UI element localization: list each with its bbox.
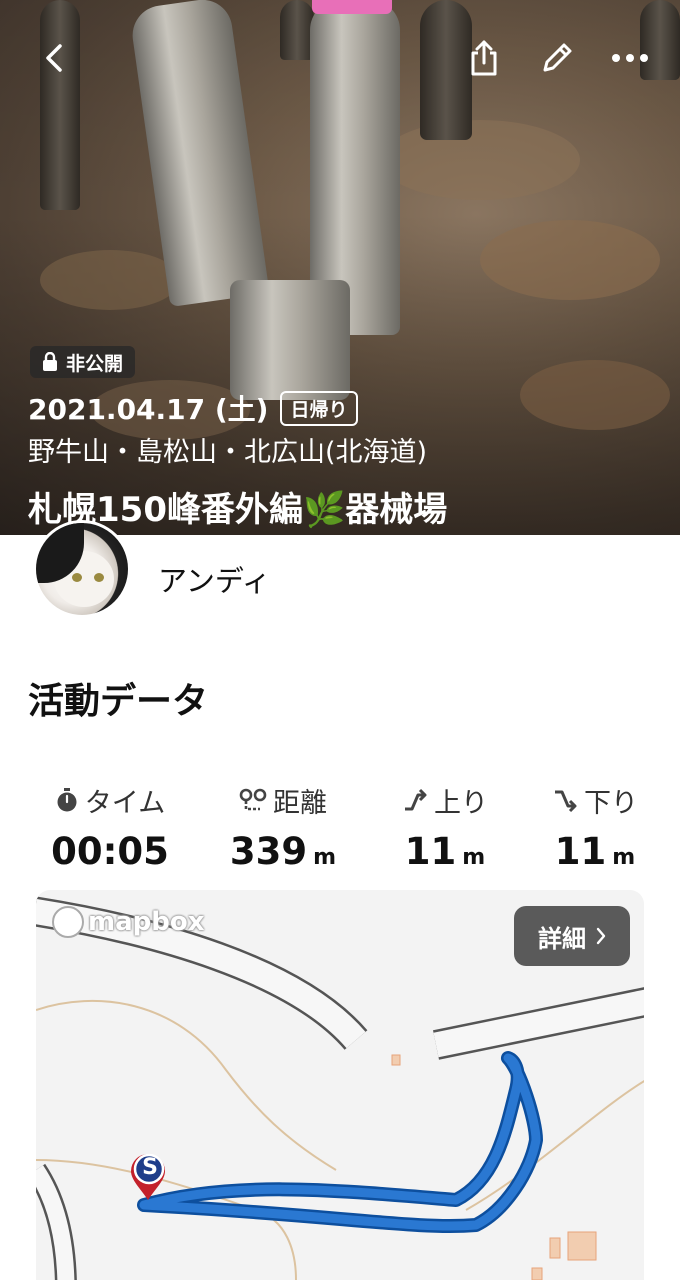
ellipsis-icon	[612, 54, 648, 62]
stat-descent-unit: m	[612, 845, 636, 870]
map-detail-button[interactable]: 詳細	[514, 906, 630, 966]
stat-distance-label: 距離	[273, 787, 327, 819]
stat-distance-value: 339	[229, 830, 308, 873]
hero-photo: 非公開 2021.04.17 (土) 日帰り 野牛山・島松山・北広山(北海道) …	[0, 0, 680, 535]
stat-time-value: 00:05	[51, 830, 169, 873]
stat-ascent-value: 11	[404, 830, 457, 873]
descent-icon	[555, 790, 577, 813]
stat-distance: 距離 339 m	[198, 780, 368, 874]
map-detail-label: 詳細	[538, 924, 586, 953]
stat-descent: 下り 11 m	[510, 780, 680, 874]
pink-ribbon-marker	[312, 0, 392, 14]
edit-button[interactable]	[533, 30, 581, 86]
avatar[interactable]	[33, 520, 131, 618]
stat-time: タイム 00:05	[25, 780, 195, 874]
start-marker[interactable]: S	[128, 1152, 168, 1202]
lock-icon	[43, 352, 57, 371]
back-button[interactable]	[30, 30, 78, 86]
more-options-button[interactable]	[606, 30, 654, 86]
share-icon	[471, 40, 497, 76]
stopwatch-icon	[57, 788, 77, 812]
activity-data-heading: 活動データ	[28, 681, 209, 722]
stat-time-label: タイム	[84, 787, 166, 819]
stat-descent-label: 下り	[584, 787, 638, 819]
route-distance-icon	[239, 788, 267, 811]
chevron-right-icon	[596, 927, 606, 945]
pencil-icon	[543, 43, 572, 72]
share-button[interactable]	[460, 30, 508, 86]
activity-date: 2021.04.17 (土)	[28, 393, 269, 426]
activity-stats: タイム 00:05 距離 339 m 上り 11 m 下り 11 m	[0, 780, 680, 874]
mountain-names[interactable]: 野牛山・島松山・北広山(北海道)	[28, 430, 427, 469]
chevron-left-icon	[46, 44, 62, 72]
mapbox-label: mapbox	[88, 907, 205, 937]
stat-distance-unit: m	[313, 845, 337, 870]
stat-descent-value: 11	[554, 830, 607, 873]
activity-date-row: 2021.04.17 (土) 日帰り	[28, 388, 358, 428]
stat-ascent: 上り 11 m	[360, 780, 530, 874]
privacy-label: 非公開	[66, 352, 124, 375]
mapbox-attribution[interactable]: mapbox	[52, 906, 205, 938]
trip-type-badge: 日帰り	[280, 390, 358, 426]
privacy-badge: 非公開	[30, 346, 136, 378]
mapbox-logo-icon	[52, 906, 84, 938]
start-marker-label: S	[142, 1155, 158, 1180]
ascent-icon	[405, 788, 427, 811]
user-name[interactable]: アンディ	[158, 558, 271, 600]
stat-ascent-label: 上り	[434, 787, 488, 819]
route-map[interactable]: S mapbox 詳細	[36, 890, 644, 1280]
stat-ascent-unit: m	[462, 845, 486, 870]
